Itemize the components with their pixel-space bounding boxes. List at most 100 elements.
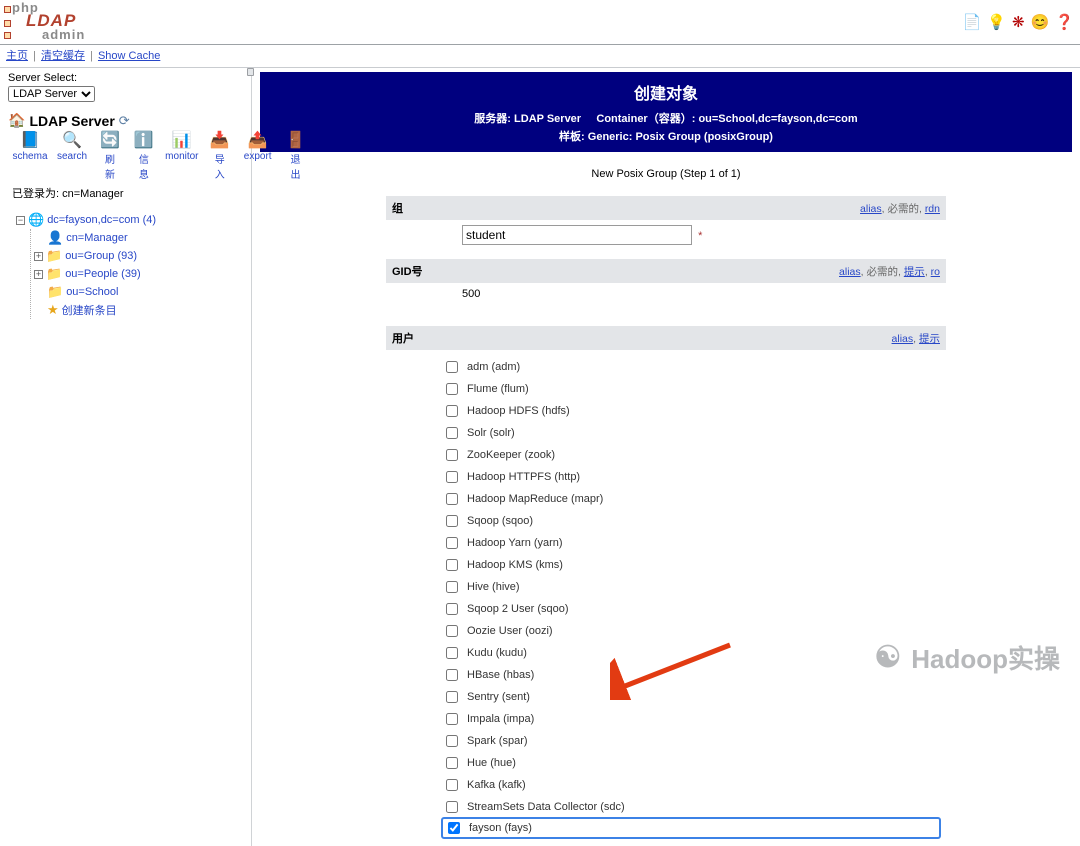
tree-node-people[interactable]: +📁ou=People (39) (34, 265, 247, 283)
user-checkbox[interactable] (446, 801, 458, 813)
group-input[interactable] (462, 225, 692, 245)
left-pane: Server Select: LDAP Server 🏠 LDAP Server… (0, 68, 252, 846)
user-checkbox[interactable] (446, 361, 458, 373)
hint-rdn[interactable]: rdn (925, 203, 940, 215)
pane-resize-handle[interactable] (247, 68, 254, 76)
toolbar-refresh[interactable]: 🔄 刷新 (100, 133, 120, 181)
user-row: ZooKeeper (zook) (442, 444, 940, 466)
schema-label: schema (13, 151, 48, 162)
user-checkbox[interactable] (446, 515, 458, 527)
toolbar-search[interactable]: 🔍 search (58, 133, 86, 181)
field-group-header: 组 alias, 必需的, rdn (386, 196, 946, 220)
tree-node-school[interactable]: 📁ou=School (34, 283, 247, 301)
refresh-icon: 🔄 (100, 133, 120, 149)
user-checkbox[interactable] (446, 669, 458, 681)
help-icon[interactable]: ❓ (1055, 13, 1074, 31)
hint-hint-gid[interactable]: 提示 (904, 266, 925, 278)
menu-home[interactable]: 主页 (6, 50, 28, 62)
toolbar-export[interactable]: 📤export (244, 133, 272, 181)
user-checkbox[interactable] (446, 603, 458, 615)
user-checkbox[interactable] (446, 735, 458, 747)
user-checkbox[interactable] (446, 405, 458, 417)
user-checkbox[interactable] (446, 713, 458, 725)
refresh-label: 刷新 (100, 151, 120, 181)
refresh-icon[interactable]: ⟳ (119, 113, 130, 129)
hint-ro[interactable]: ro (931, 266, 940, 278)
tree-node-manager[interactable]: 👤cn=Manager (34, 229, 247, 247)
action-toolbar: 📘schema🔍search🔄刷新ℹ️信息📊monitor📥导入📤export🚪… (16, 133, 247, 181)
create-icon: ★ (47, 302, 59, 318)
tree-node-school-label[interactable]: ou=School (66, 286, 118, 298)
collapse-icon[interactable]: − (16, 216, 25, 225)
user-row: Solr (solr) (442, 422, 940, 444)
ldap-tree: − 🌐 dc=fayson,dc=com (4) 👤cn=Manager+📁ou… (16, 211, 247, 319)
server-select[interactable]: LDAP Server (8, 86, 95, 102)
user-checkbox[interactable] (446, 427, 458, 439)
tree-node-manager-label[interactable]: cn=Manager (66, 232, 127, 244)
user-row: Kudu (kudu) (442, 642, 940, 664)
menu-show-cache[interactable]: Show Cache (98, 50, 160, 62)
people-icon: 📁 (46, 266, 62, 282)
lightbulb-icon[interactable]: 💡 (987, 13, 1006, 31)
user-checkbox[interactable] (446, 691, 458, 703)
user-checkbox[interactable] (446, 493, 458, 505)
tree-node-people-label[interactable]: ou=People (39) (65, 268, 141, 280)
user-row: Hadoop MapReduce (mapr) (442, 488, 940, 510)
tree-node-create-label[interactable]: 创建新条目 (62, 302, 117, 318)
tree-root-label[interactable]: dc=fayson,dc=com (4) (47, 214, 156, 226)
expand-icon[interactable]: + (34, 252, 43, 261)
school-icon: 📁 (47, 284, 63, 300)
request-feature-icon[interactable]: 📄 (963, 13, 982, 31)
user-checkbox[interactable] (446, 581, 458, 593)
user-label: Spark (spar) (467, 735, 528, 747)
user-row: Hadoop HTTPFS (http) (442, 466, 940, 488)
toolbar-info[interactable]: ℹ️信息 (134, 133, 154, 181)
tree-root[interactable]: − 🌐 dc=fayson,dc=com (4) (16, 211, 247, 229)
user-checkbox[interactable] (446, 471, 458, 483)
form: 组 alias, 必需的, rdn * GID号 alias, 必需的, 提示,… (386, 196, 946, 844)
hint-alias-gid[interactable]: alias (839, 266, 861, 278)
donate-icon[interactable]: 😊 (1031, 13, 1050, 31)
menu-purge[interactable]: 清空缓存 (41, 50, 85, 62)
user-checkbox[interactable] (446, 779, 458, 791)
server-title: 🏠 LDAP Server ⟳ (8, 112, 247, 129)
tree-node-create[interactable]: ★创建新条目 (34, 301, 247, 319)
user-row: Hadoop KMS (kms) (442, 554, 940, 576)
content-pane: 创建对象 服务器: LDAP Server Container（容器）: ou=… (252, 68, 1080, 846)
user-checkbox[interactable] (446, 383, 458, 395)
user-label: Oozie User (oozi) (467, 625, 553, 637)
hint-alias[interactable]: alias (860, 203, 882, 215)
hint-alias-users[interactable]: alias (892, 333, 914, 345)
tree-node-group[interactable]: +📁ou=Group (93) (34, 247, 247, 265)
user-label: Sqoop 2 User (sqoo) (467, 603, 569, 615)
tree-node-group-label[interactable]: ou=Group (93) (65, 250, 137, 262)
user-checkbox[interactable] (446, 537, 458, 549)
search-icon: 🔍 (62, 133, 82, 149)
export-icon: 📤 (248, 133, 268, 149)
user-label: Sqoop (sqoo) (467, 515, 533, 527)
toolbar-import[interactable]: 📥导入 (210, 133, 230, 181)
toolbar-schema[interactable]: 📘schema (16, 133, 44, 181)
user-label: StreamSets Data Collector (sdc) (467, 801, 625, 813)
user-row: fayson (fays) (442, 818, 940, 838)
user-label: fayson (fays) (469, 822, 532, 834)
group-icon: 📁 (46, 248, 62, 264)
bug-icon[interactable]: ❋ (1012, 13, 1025, 31)
user-label: Impala (impa) (467, 713, 534, 725)
expand-icon[interactable]: + (34, 270, 43, 279)
import-icon: 📥 (210, 133, 230, 149)
toolbar-logout[interactable]: 🚪退出 (286, 133, 306, 181)
app-header: php LDAP admin 📄 💡 ❋ 😊 ❓ (0, 0, 1080, 42)
user-checkbox[interactable] (446, 625, 458, 637)
search-label: search (57, 151, 87, 162)
user-checkbox[interactable] (448, 822, 460, 834)
toolbar-monitor[interactable]: 📊monitor (168, 133, 196, 181)
user-checkbox[interactable] (446, 559, 458, 571)
title-box: 创建对象 服务器: LDAP Server Container（容器）: ou=… (260, 72, 1072, 152)
hint-hint-users[interactable]: 提示 (919, 333, 940, 345)
user-row: Oozie User (oozi) (442, 620, 940, 642)
user-checkbox[interactable] (446, 647, 458, 659)
user-checkbox[interactable] (446, 757, 458, 769)
user-checkbox[interactable] (446, 449, 458, 461)
user-label: Hadoop HDFS (hdfs) (467, 405, 570, 417)
